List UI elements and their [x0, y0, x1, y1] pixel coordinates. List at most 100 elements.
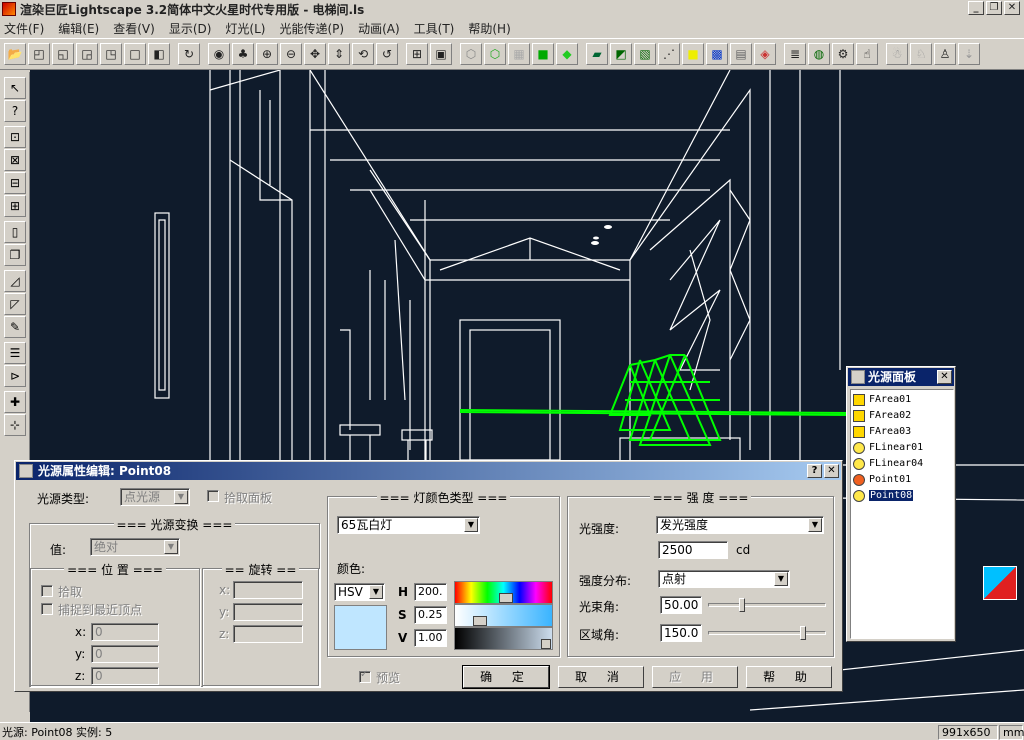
- dolly-icon[interactable]: ⇕: [328, 43, 350, 65]
- orbit-icon[interactable]: ⟲: [352, 43, 374, 65]
- pick-checkbox[interactable]: [41, 585, 53, 597]
- filter-icon[interactable]: ⊳: [4, 365, 26, 387]
- menu-tools[interactable]: 工具(T): [414, 20, 455, 37]
- paint-icon[interactable]: ✎: [4, 316, 26, 338]
- light-icon[interactable]: ◈: [754, 43, 776, 65]
- value-select[interactable]: 绝对 ▼: [90, 538, 180, 556]
- menu-edit[interactable]: 编辑(E): [58, 20, 99, 37]
- value-slider-thumb[interactable]: [541, 639, 551, 649]
- saturation-slider[interactable]: [454, 604, 553, 627]
- rotate-icon[interactable]: ↺: [376, 43, 398, 65]
- light-item-point01[interactable]: Point01: [853, 472, 951, 487]
- arrow-down-icon[interactable]: ⇣: [958, 43, 980, 65]
- zoom-icon[interactable]: ⊖: [280, 43, 302, 65]
- run-gray2-icon[interactable]: ♘: [910, 43, 932, 65]
- select-surface-icon[interactable]: ⊡: [4, 126, 26, 148]
- eye-icon[interactable]: ◉: [208, 43, 230, 65]
- h-field[interactable]: 200.: [414, 583, 447, 601]
- copy-icon[interactable]: ❐: [4, 244, 26, 266]
- zoom-window-icon[interactable]: ⊕: [256, 43, 278, 65]
- light-type-select[interactable]: 点光源 ▼: [120, 488, 190, 506]
- ok-button[interactable]: 确 定: [462, 665, 550, 689]
- pos-y-field[interactable]: 0: [91, 645, 159, 663]
- cube-top-icon[interactable]: ◳: [100, 43, 122, 65]
- color-type-select[interactable]: 65瓦白灯 ▼: [337, 516, 480, 534]
- light-panel-close-button[interactable]: ✕: [937, 370, 952, 384]
- menu-light[interactable]: 灯光(L): [225, 20, 265, 37]
- cube-back-icon[interactable]: □: [124, 43, 146, 65]
- align-icon[interactable]: ⊹: [4, 414, 26, 436]
- select-window-icon[interactable]: ⊠: [4, 149, 26, 171]
- pan-icon[interactable]: ✥: [304, 43, 326, 65]
- help-button[interactable]: 帮 助: [746, 666, 832, 688]
- apply-button[interactable]: 应 用: [652, 666, 738, 688]
- radiosity-icon[interactable]: ◍: [808, 43, 830, 65]
- rot-x-field[interactable]: [233, 581, 303, 599]
- pos-x-field[interactable]: 0: [91, 623, 159, 641]
- pick-panel-checkbox[interactable]: [207, 490, 219, 502]
- surface-icon[interactable]: ◿: [4, 270, 26, 292]
- walk-icon[interactable]: ♣: [232, 43, 254, 65]
- layer-icon[interactable]: ▰: [586, 43, 608, 65]
- menu-display[interactable]: 显示(D): [169, 20, 212, 37]
- surface-gray-icon[interactable]: ◸: [4, 293, 26, 315]
- select-arrow-icon[interactable]: ↖: [4, 77, 26, 99]
- light-item-farea01[interactable]: FArea01: [853, 392, 951, 407]
- document-icon[interactable]: ▯: [4, 221, 26, 243]
- walker-icon[interactable]: ♙: [934, 43, 956, 65]
- cube-side-icon[interactable]: ◲: [76, 43, 98, 65]
- hue-slider-thumb[interactable]: [499, 593, 513, 603]
- query-icon[interactable]: ?: [4, 100, 26, 122]
- distribution-select[interactable]: 点射 ▼: [658, 570, 790, 588]
- saturation-slider-thumb[interactable]: [473, 616, 487, 626]
- light-item-flinear01[interactable]: FLinear01: [853, 440, 951, 455]
- layers-stack-icon[interactable]: ≣: [784, 43, 806, 65]
- select-gray-icon[interactable]: ⊟: [4, 172, 26, 194]
- yellow-square-icon[interactable]: ■: [682, 43, 704, 65]
- intensity-field[interactable]: 2500: [658, 541, 728, 559]
- camera-icon[interactable]: ▣: [430, 43, 452, 65]
- field-angle-field[interactable]: 150.0: [660, 624, 702, 642]
- pattern-icon[interactable]: ▤: [730, 43, 752, 65]
- wire-green-icon[interactable]: ⬡: [484, 43, 506, 65]
- field-angle-thumb[interactable]: [800, 626, 806, 640]
- hue-slider[interactable]: [454, 581, 553, 604]
- light-item-point08[interactable]: Point08: [853, 488, 951, 503]
- list-icon[interactable]: ☰: [4, 342, 26, 364]
- rot-y-field[interactable]: [233, 603, 303, 621]
- restore-button[interactable]: ❐: [986, 1, 1002, 15]
- s-field[interactable]: 0.25: [414, 606, 447, 624]
- select-gray2-icon[interactable]: ⊞: [4, 195, 26, 217]
- light-item-flinear04[interactable]: FLinear04: [853, 456, 951, 471]
- minimize-button[interactable]: _: [968, 1, 984, 15]
- color-model-select[interactable]: HSV ▼: [334, 583, 385, 601]
- beam-angle-slider[interactable]: [708, 603, 826, 607]
- block-icon[interactable]: ▧: [634, 43, 656, 65]
- light-item-farea03[interactable]: FArea03: [853, 424, 951, 439]
- shaded-green-icon[interactable]: ◆: [556, 43, 578, 65]
- intensity-mode-select[interactable]: 发光强度 ▼: [656, 516, 824, 534]
- cube-view-icon[interactable]: ◰: [28, 43, 50, 65]
- hidden-line-icon[interactable]: ▦: [508, 43, 530, 65]
- menu-radiosity[interactable]: 光能传递(P): [279, 20, 344, 37]
- pos-z-field[interactable]: 0: [91, 667, 159, 685]
- snap-vertex-checkbox[interactable]: [41, 603, 53, 615]
- dialog-help-button[interactable]: ?: [807, 464, 822, 478]
- material-icon[interactable]: ◩: [610, 43, 632, 65]
- dots-icon[interactable]: ⋰: [658, 43, 680, 65]
- beam-angle-field[interactable]: 50.00: [660, 596, 702, 614]
- close-button[interactable]: ✕: [1004, 1, 1020, 15]
- menu-view[interactable]: 查看(V): [113, 20, 155, 37]
- navigator-icon[interactable]: [983, 566, 1017, 600]
- menu-animation[interactable]: 动画(A): [358, 20, 400, 37]
- menu-help[interactable]: 帮助(H): [468, 20, 510, 37]
- pointer-light-icon[interactable]: ☝: [856, 43, 878, 65]
- menu-file[interactable]: 文件(F): [4, 20, 44, 37]
- process-icon[interactable]: ⚙: [832, 43, 854, 65]
- texture-icon[interactable]: ▩: [706, 43, 728, 65]
- add-icon[interactable]: ✚: [4, 391, 26, 413]
- cube-front-icon[interactable]: ◱: [52, 43, 74, 65]
- cube-persp-icon[interactable]: ◧: [148, 43, 170, 65]
- light-item-farea02[interactable]: FArea02: [853, 408, 951, 423]
- v-field[interactable]: 1.00: [414, 629, 447, 647]
